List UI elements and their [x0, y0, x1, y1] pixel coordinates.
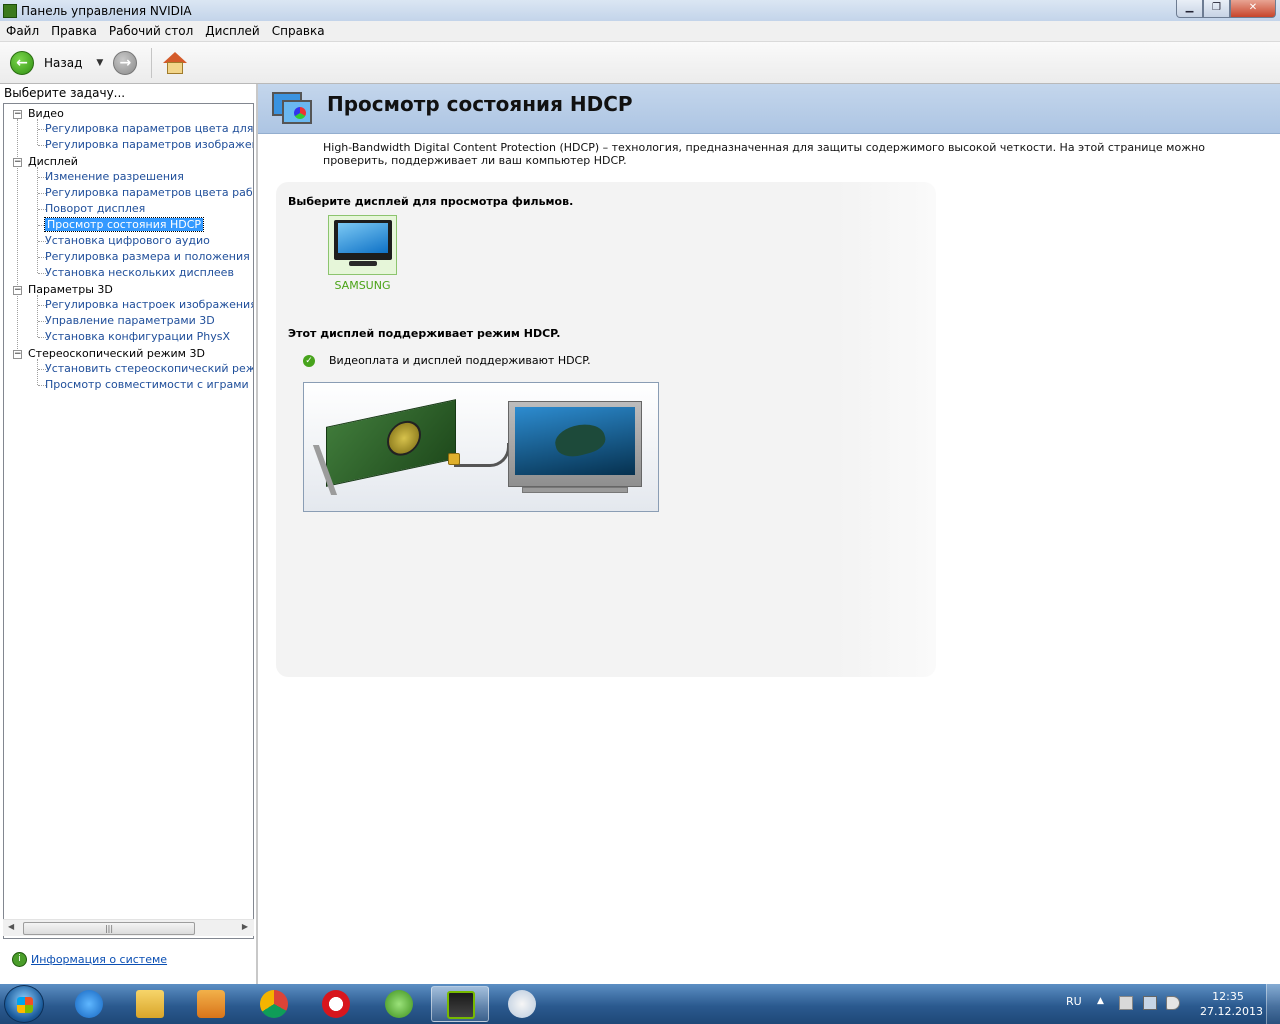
support-status: Видеоплата и дисплей поддерживают HDCP. — [329, 354, 591, 367]
volume-icon[interactable] — [1166, 996, 1180, 1010]
collapse-icon[interactable]: − — [13, 110, 22, 119]
check-icon: ✓ — [303, 355, 315, 367]
task-tree: − Видео Регулировка параметров цвета для… — [3, 103, 254, 939]
display-name[interactable]: SAMSUNG — [328, 279, 397, 292]
windows-logo-icon — [17, 997, 33, 1013]
tree-connector — [17, 119, 18, 359]
history-dropdown-icon[interactable]: ▼ — [96, 58, 103, 68]
clock-time: 12:35 — [1212, 990, 1244, 1003]
opera-icon — [322, 990, 350, 1018]
minimize-button[interactable]: ▁ — [1176, 0, 1203, 18]
taskbar-paint[interactable] — [493, 986, 551, 1022]
menu-desktop[interactable]: Рабочий стол — [103, 24, 199, 38]
tree-item-physx[interactable]: Установка конфигурации PhysX — [45, 330, 230, 343]
cable-image — [454, 443, 510, 467]
window-controls: ▁ ❐ ✕ — [1176, 0, 1276, 18]
collapse-icon[interactable]: − — [13, 286, 22, 295]
select-display-heading: Выберите дисплей для просмотра фильмов. — [288, 195, 574, 208]
tree-item-setup-stereo[interactable]: Установить стереоскопический режим 3D — [45, 362, 253, 375]
tree-category-video[interactable]: Видео — [28, 107, 64, 120]
maximize-button[interactable]: ❐ — [1203, 0, 1230, 18]
tree-item-video-image[interactable]: Регулировка параметров изображения для в… — [45, 138, 253, 151]
scroll-thumb[interactable]: ||| — [23, 922, 195, 935]
tree-item-resolution[interactable]: Изменение разрешения — [45, 170, 184, 183]
tree-connector — [37, 119, 38, 145]
tree-category-stereoscopic-3d[interactable]: Стереоскопический режим 3D — [28, 347, 205, 360]
close-button[interactable]: ✕ — [1230, 0, 1276, 18]
scroll-right-icon[interactable]: ▶ — [242, 922, 248, 931]
page-title: Просмотр состояния HDCP — [327, 92, 633, 116]
chrome-icon — [260, 990, 288, 1018]
toolbar-divider — [151, 47, 153, 78]
back-arrow-icon[interactable]: ← — [10, 50, 34, 75]
folder-icon — [136, 990, 164, 1018]
language-indicator[interactable]: RU — [1066, 995, 1082, 1008]
tree-connector — [37, 295, 38, 337]
back-button[interactable]: Назад — [44, 56, 82, 70]
tree-item-game-compatibility[interactable]: Просмотр совместимости с играми — [45, 378, 249, 391]
taskbar-opera[interactable] — [307, 986, 365, 1022]
taskbar-nvidia-control-panel[interactable] — [431, 986, 489, 1022]
tree-item-hdcp-status[interactable]: Просмотр состояния HDCP — [43, 217, 205, 232]
show-desktop-button[interactable] — [1266, 984, 1280, 1024]
taskbar-windows-explorer[interactable] — [121, 986, 179, 1022]
paint-icon — [508, 990, 536, 1018]
nvidia-icon — [447, 991, 475, 1019]
clock[interactable]: 12:35 27.12.2013 — [1200, 989, 1263, 1019]
hdcp-displays-icon — [272, 90, 314, 128]
tree-item-digital-audio[interactable]: Установка цифрового аудио — [45, 234, 210, 247]
tree-item-desktop-color[interactable]: Регулировка параметров цвета рабочего ст… — [45, 186, 253, 199]
menu-edit[interactable]: Правка — [45, 24, 103, 38]
utorrent-icon — [385, 990, 413, 1018]
display-tile-samsung[interactable] — [328, 215, 397, 275]
home-icon[interactable] — [162, 50, 188, 76]
taskbar-utorrent[interactable] — [370, 986, 428, 1022]
info-icon: i — [12, 952, 27, 967]
taskbar-media-player[interactable] — [182, 986, 240, 1022]
tree-category-display[interactable]: Дисплей — [28, 155, 78, 168]
menu-file[interactable]: Файл — [0, 24, 45, 38]
tree-item-image-settings-preview[interactable]: Регулировка настроек изображения с просм… — [45, 298, 253, 311]
monitor-icon — [334, 220, 392, 260]
nvidia-app-icon — [3, 3, 17, 18]
graphics-card-image — [326, 399, 456, 487]
tree-item-manage-3d[interactable]: Управление параметрами 3D — [45, 314, 215, 327]
system-info: i Информация о системе — [12, 952, 167, 967]
media-player-icon — [197, 990, 225, 1018]
support-heading: Этот дисплей поддерживает режим HDCP. — [288, 327, 561, 340]
taskbar: RU ▲ 12:35 27.12.2013 — [0, 984, 1280, 1024]
tree-category-3d-settings[interactable]: Параметры 3D — [28, 283, 113, 296]
scroll-left-icon[interactable]: ◀ — [8, 922, 14, 931]
collapse-icon[interactable]: − — [13, 158, 22, 167]
tree-item-rotate-display[interactable]: Поворот дисплея — [45, 202, 145, 215]
tree-connector — [37, 359, 38, 385]
tree-item-multiple-displays[interactable]: Установка нескольких дисплеев — [45, 266, 234, 279]
tv-image — [508, 401, 642, 487]
system-info-link[interactable]: Информация о системе — [31, 953, 167, 966]
task-label: Выберите задачу... — [4, 86, 126, 100]
network-icon[interactable] — [1143, 996, 1157, 1010]
action-center-icon[interactable] — [1119, 996, 1133, 1010]
menu-bar: Файл Правка Рабочий стол Дисплей Справка — [0, 21, 1280, 42]
hdcp-illustration — [303, 382, 659, 512]
lock-icon — [448, 453, 460, 465]
menu-display[interactable]: Дисплей — [199, 24, 265, 38]
window-title: Панель управления NVIDIA — [21, 3, 192, 18]
start-button[interactable] — [4, 985, 44, 1023]
tree-horizontal-scrollbar[interactable]: ◀ ||| ▶ — [3, 919, 254, 936]
internet-explorer-icon — [75, 990, 103, 1018]
clock-date: 27.12.2013 — [1200, 1005, 1263, 1018]
taskbar-chrome[interactable] — [245, 986, 303, 1022]
tree-item-desktop-size[interactable]: Регулировка размера и положения рабочего… — [45, 250, 253, 263]
taskbar-internet-explorer[interactable] — [60, 986, 118, 1022]
show-hidden-icons[interactable]: ▲ — [1097, 996, 1104, 1006]
tree-item-video-color[interactable]: Регулировка параметров цвета для видео — [45, 122, 253, 135]
menu-help[interactable]: Справка — [266, 24, 331, 38]
forward-arrow-icon[interactable]: → — [113, 50, 138, 75]
collapse-icon[interactable]: − — [13, 350, 22, 359]
toolbar: ← Назад ▼ → — [0, 42, 1280, 84]
title-bar: Панель управления NVIDIA ▁ ❐ ✕ — [0, 0, 1280, 21]
page-description: High-Bandwidth Digital Content Protectio… — [323, 141, 1206, 167]
panel-splitter[interactable] — [256, 84, 258, 984]
